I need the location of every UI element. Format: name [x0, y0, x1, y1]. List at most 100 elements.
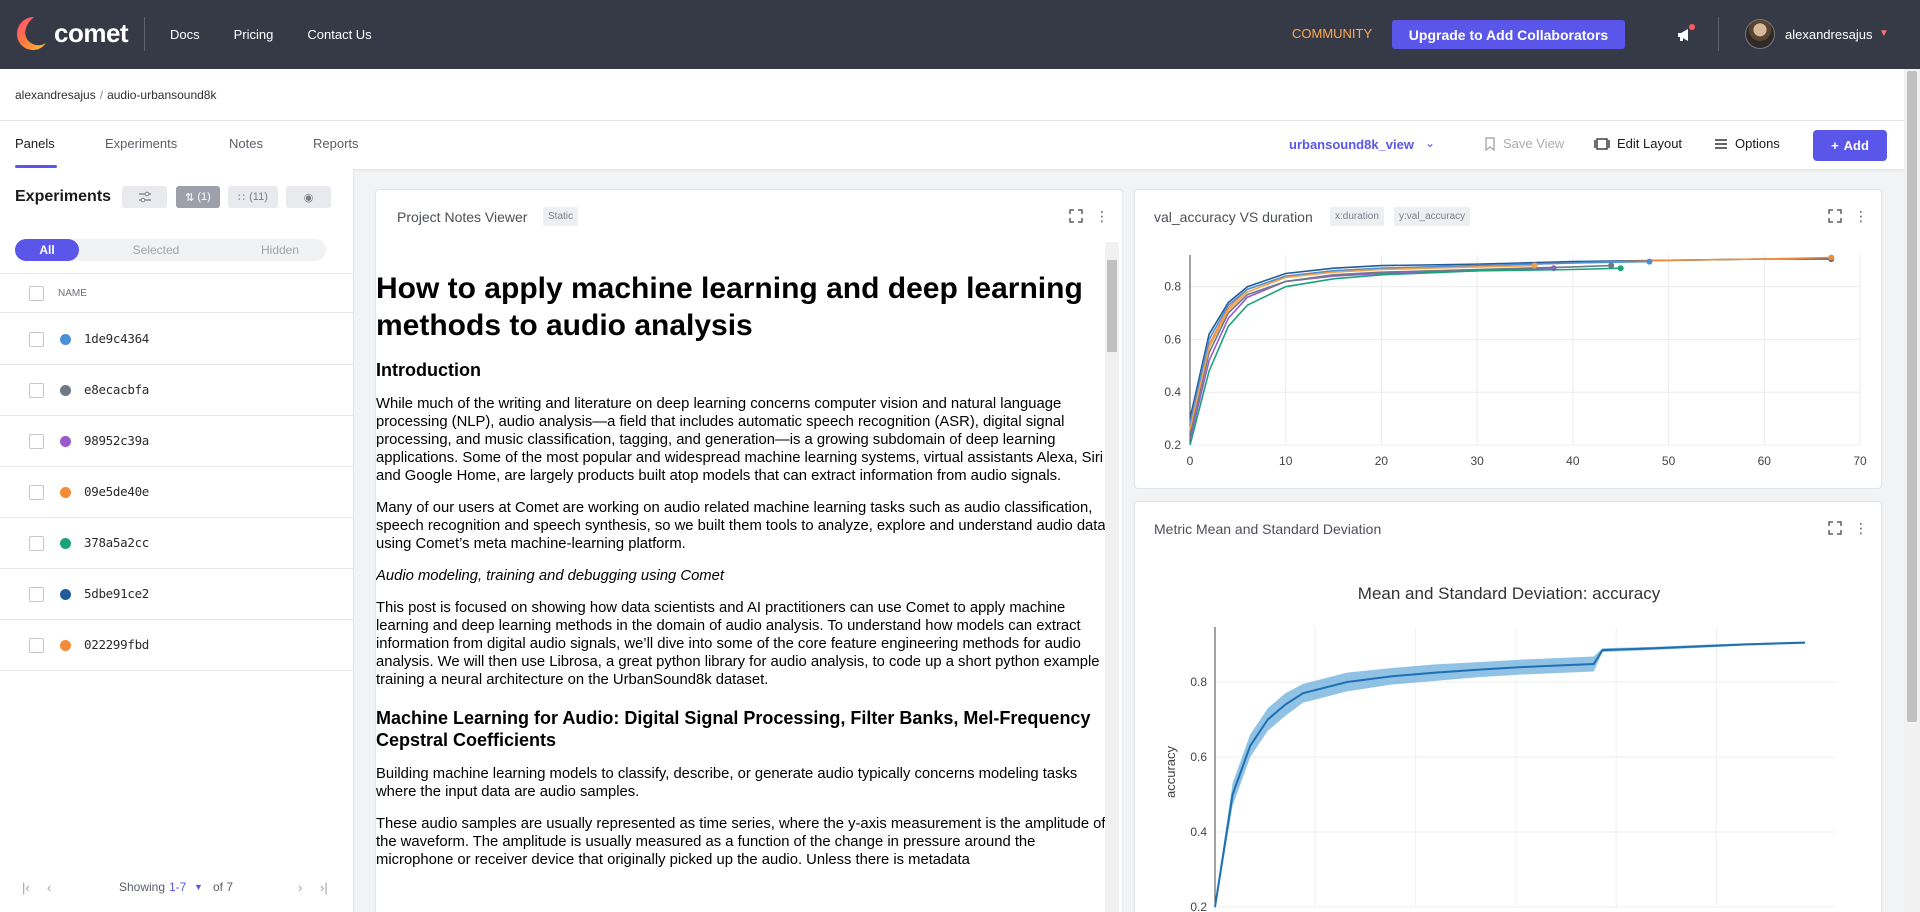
row-checkbox[interactable]	[29, 536, 44, 551]
expand-icon[interactable]	[1827, 208, 1843, 224]
divider	[144, 17, 145, 51]
avatar[interactable]	[1745, 19, 1775, 49]
experiment-row[interactable]: 09e5de40e	[0, 467, 354, 518]
experiment-color-dot	[60, 538, 71, 549]
nav-pricing[interactable]: Pricing	[234, 27, 274, 42]
edit-layout-button[interactable]: Edit Layout	[1594, 136, 1682, 151]
notes-section-heading: Introduction	[376, 360, 481, 380]
notes-paragraph: While much of the writing and literature…	[376, 396, 1104, 484]
tab-bar: Panels Experiments Notes Reports urbanso…	[0, 121, 1904, 169]
first-page-icon[interactable]: |‹	[22, 880, 30, 895]
breadcrumb: alexandresajus / audio-urbansound8k	[0, 69, 1904, 121]
tab-notes[interactable]: Notes	[229, 136, 263, 151]
card-title: val_accuracy VS duration	[1154, 209, 1313, 225]
table-header: NAME	[0, 273, 354, 313]
experiment-id[interactable]: 98952c39a	[84, 433, 149, 448]
group-button[interactable]: ◉	[286, 186, 331, 208]
experiment-id[interactable]: 09e5de40e	[84, 484, 149, 499]
prev-page-icon[interactable]: ‹	[47, 880, 51, 895]
x-axis-tag: x:duration	[1330, 207, 1384, 226]
segment-hidden[interactable]: Hidden	[215, 239, 345, 261]
chevron-down-icon[interactable]: ▼	[1879, 28, 1889, 39]
select-all-checkbox[interactable]	[29, 286, 44, 301]
experiment-row[interactable]: 378a5a2cc	[0, 518, 354, 569]
notes-content: How to apply machine learning and deep l…	[376, 262, 1106, 912]
caret-down-icon[interactable]: ▼	[194, 882, 203, 892]
experiment-row[interactable]: 022299fbd	[0, 620, 354, 671]
notifications-button[interactable]	[1674, 24, 1696, 46]
experiment-row[interactable]: e8ecacbfa	[0, 365, 354, 416]
series-end-point	[1646, 258, 1653, 265]
experiment-id[interactable]: 378a5a2cc	[84, 535, 149, 550]
row-checkbox[interactable]	[29, 434, 44, 449]
experiment-row[interactable]: 98952c39a	[0, 416, 354, 467]
upgrade-button[interactable]: Upgrade to Add Collaborators	[1392, 20, 1625, 49]
list-icon	[1715, 138, 1727, 149]
filter-button[interactable]	[122, 186, 167, 208]
experiment-id[interactable]: 1de9c4364	[84, 331, 149, 346]
page-scrollbar[interactable]	[1904, 69, 1920, 912]
pager-range-select[interactable]: 1-7	[169, 880, 186, 894]
series-end-point	[1617, 265, 1624, 272]
add-button[interactable]: + Add	[1813, 130, 1887, 161]
tab-experiments[interactable]: Experiments	[105, 136, 177, 151]
expand-icon[interactable]	[1068, 208, 1084, 224]
tab-reports[interactable]: Reports	[313, 136, 359, 151]
more-vertical-icon[interactable]: ⋮	[1094, 208, 1110, 224]
edit-layout-label: Edit Layout	[1617, 136, 1683, 151]
row-checkbox[interactable]	[29, 587, 44, 602]
breadcrumb-project[interactable]: audio-urbansound8k	[107, 88, 216, 102]
experiment-row[interactable]: 5dbe91ce2	[0, 569, 354, 620]
columns-button[interactable]: ∷ (11)	[228, 186, 278, 208]
visibility-segmented-control: All Selected Hidden	[15, 239, 326, 261]
notes-scrollbar[interactable]	[1105, 242, 1119, 912]
breadcrumb-owner[interactable]: alexandresajus	[15, 88, 96, 102]
row-checkbox[interactable]	[29, 638, 44, 653]
community-link[interactable]: COMMUNITY	[1292, 26, 1372, 41]
experiment-id[interactable]: e8ecacbfa	[84, 382, 149, 397]
y-tick-label: 0.2	[1164, 438, 1181, 452]
scrollbar-thumb[interactable]	[1907, 71, 1917, 722]
y-tick-label: 0.2	[1190, 900, 1207, 912]
view-selector[interactable]: urbansound8k_view	[1289, 137, 1414, 152]
columns-count: (11)	[249, 191, 268, 203]
column-header-name[interactable]: NAME	[58, 288, 87, 299]
notes-heading: How to apply machine learning and deep l…	[376, 272, 1083, 342]
experiment-id[interactable]: 022299fbd	[84, 637, 149, 652]
tab-panels[interactable]: Panels	[15, 136, 55, 151]
row-checkbox[interactable]	[29, 332, 44, 347]
expand-icon[interactable]	[1827, 520, 1843, 536]
row-checkbox[interactable]	[29, 383, 44, 398]
save-view-button[interactable]: Save View	[1484, 136, 1564, 151]
segment-selected[interactable]: Selected	[91, 239, 221, 261]
nav-docs[interactable]: Docs	[170, 27, 200, 42]
more-vertical-icon[interactable]: ⋮	[1853, 208, 1869, 224]
options-button[interactable]: Options	[1714, 136, 1780, 151]
experiment-color-dot	[60, 640, 71, 651]
username[interactable]: alexandresajus	[1785, 27, 1872, 42]
notes-section-heading: Machine Learning for Audio: Digital Sign…	[376, 708, 1091, 750]
sort-button[interactable]: ⇅ (1)	[176, 186, 220, 208]
nav-contact[interactable]: Contact Us	[307, 27, 371, 42]
series-line	[1189, 260, 1650, 425]
chevron-down-icon[interactable]: ⌄	[1425, 136, 1435, 150]
segment-all[interactable]: All	[15, 239, 79, 261]
comet-logo[interactable]: comet	[14, 13, 129, 53]
layout-icon	[1594, 137, 1610, 150]
experiment-row[interactable]: 1de9c4364	[0, 314, 354, 365]
more-vertical-icon[interactable]: ⋮	[1853, 520, 1869, 536]
series-end-point	[1531, 262, 1538, 269]
scrollbar-thumb[interactable]	[1107, 260, 1117, 352]
card-title: Metric Mean and Standard Deviation	[1154, 521, 1382, 537]
sliders-icon	[138, 191, 151, 203]
logo-text: comet	[54, 17, 129, 48]
mean-std-chart[interactable]: Mean and Standard Deviation: accuracy 0.2…	[1135, 552, 1882, 912]
next-page-icon[interactable]: ›	[298, 880, 302, 895]
val-accuracy-line-chart[interactable]: 0 10 20 30 40 50 60 70 0.2 0.4 0.6 0.8	[1135, 240, 1882, 489]
experiment-id[interactable]: 5dbe91ce2	[84, 586, 149, 601]
last-page-icon[interactable]: ›|	[320, 880, 328, 895]
y-axis-label: accuracy	[1163, 745, 1178, 798]
bookmark-icon	[1485, 136, 1495, 151]
val-accuracy-chart-card: val_accuracy VS duration x:duration y:va…	[1134, 189, 1882, 489]
row-checkbox[interactable]	[29, 485, 44, 500]
